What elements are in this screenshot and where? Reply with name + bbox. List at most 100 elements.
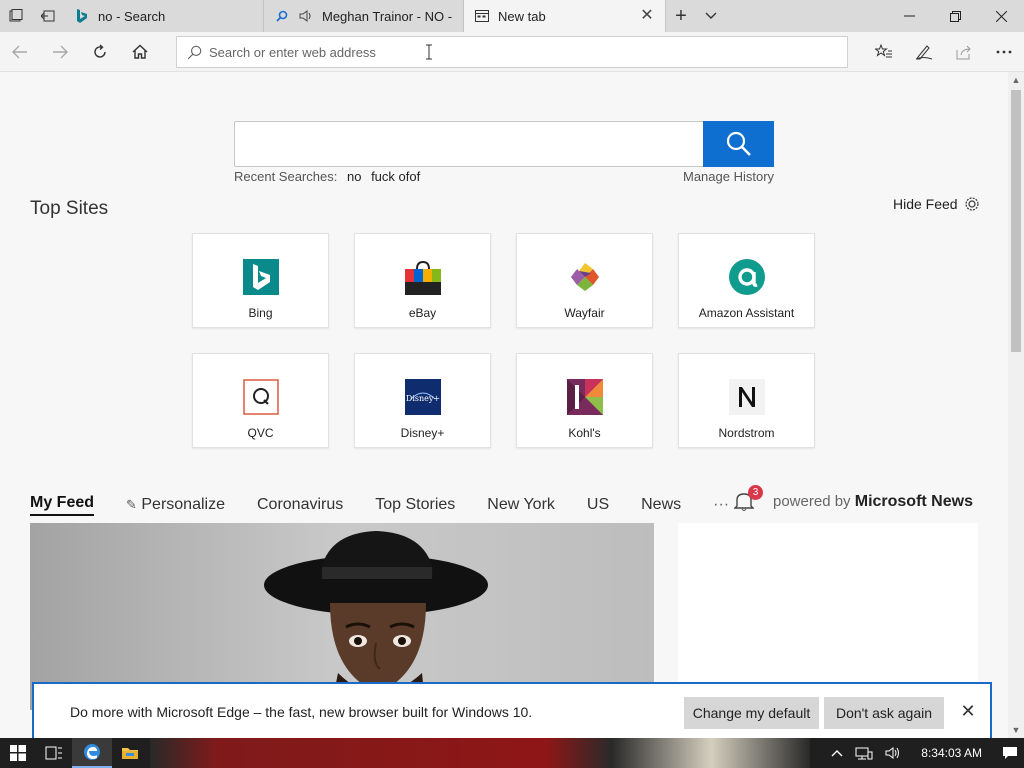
top-site-label: Bing (248, 306, 273, 320)
top-site-bing[interactable]: Bing (192, 233, 329, 328)
tab-new-york[interactable]: New York (487, 496, 555, 514)
top-site-label: Nordstrom (718, 426, 775, 440)
ebay-bag-icon (405, 260, 441, 295)
toolbar-actions (864, 32, 1024, 72)
tab-bing-search[interactable]: no - Search (64, 0, 264, 32)
scroll-down-icon[interactable]: ▼ (1008, 722, 1024, 738)
nordstrom-logo-icon (729, 379, 765, 415)
tab-personalize[interactable]: ✎ Personalize (126, 496, 225, 514)
tab-top-stories[interactable]: Top Stories (375, 496, 455, 514)
tab-meghan-trainor[interactable]: Meghan Trainor - NO - (264, 0, 464, 32)
recent-searches: Recent Searches: no fuck ofof (234, 169, 420, 184)
more-icon[interactable] (984, 32, 1024, 72)
close-icon[interactable]: ✕ (958, 701, 978, 721)
tab-my-feed[interactable]: My Feed (30, 494, 95, 516)
tab-coronavirus[interactable]: Coronavirus (257, 496, 343, 514)
top-site-label: Amazon Assistant (698, 306, 795, 320)
page-search-box[interactable] (234, 121, 774, 167)
address-placeholder: Search or enter web address (209, 44, 376, 60)
file-explorer-icon[interactable] (112, 738, 148, 768)
feed-navigation: My Feed ✎ Personalize Coronavirus Top St… (30, 492, 759, 518)
refresh-icon[interactable] (80, 32, 120, 72)
tabs-aside-icon[interactable] (0, 0, 32, 32)
chevron-up-icon[interactable] (825, 738, 849, 768)
top-site-disney-plus[interactable]: Disney+ Disney+ (354, 353, 491, 448)
pencil-icon: ✎ (126, 497, 137, 512)
tab-label: New tab (498, 8, 546, 24)
wayfair-logo-icon (571, 263, 599, 291)
top-site-label: Wayfair (564, 306, 605, 320)
microsoft-news-brand[interactable]: Microsoft News (855, 493, 973, 510)
top-sites-heading: Top Sites (30, 198, 109, 219)
new-tab-button[interactable]: + (666, 0, 696, 32)
bing-logo-icon (243, 259, 279, 295)
pen-icon[interactable] (904, 32, 944, 72)
network-icon[interactable] (849, 738, 879, 768)
edge-taskbar-icon[interactable] (72, 738, 112, 768)
more-topics-button[interactable]: ··· (713, 496, 729, 514)
address-bar[interactable]: Search or enter web address (176, 36, 848, 68)
top-site-kohls[interactable]: Kohl's (516, 353, 653, 448)
task-view-icon[interactable] (36, 738, 72, 768)
notifications-button[interactable]: 3 (734, 485, 763, 511)
change-default-button[interactable]: Change my default (684, 697, 819, 729)
chevron-down-icon[interactable] (696, 0, 726, 32)
close-tab-icon[interactable]: ✕ (639, 8, 655, 24)
favorites-icon[interactable] (864, 32, 904, 72)
personalize-label: Personalize (141, 496, 225, 513)
tab-news[interactable]: News (641, 496, 681, 514)
text-cursor-icon (426, 44, 432, 60)
newtab-icon (474, 8, 490, 24)
back-icon[interactable] (0, 32, 40, 72)
tab-new-tab[interactable]: New tab ✕ (464, 0, 666, 32)
speaker-icon[interactable] (298, 8, 314, 24)
taskbar-clock[interactable]: 8:34:03 AM (907, 738, 996, 768)
top-site-amazon-assistant[interactable]: Amazon Assistant (678, 233, 815, 328)
powered-by-attribution: powered by Microsoft News (773, 493, 973, 511)
scroll-up-icon[interactable]: ▲ (1008, 72, 1024, 88)
close-window-icon[interactable] (978, 0, 1024, 32)
forward-icon[interactable] (40, 32, 80, 72)
top-site-nordstrom[interactable]: Nordstrom (678, 353, 815, 448)
page-scrollbar[interactable]: ▲ ▼ (1008, 72, 1024, 738)
gear-icon[interactable] (964, 196, 980, 212)
hide-feed-label: Hide Feed (893, 196, 958, 212)
minimize-icon[interactable] (886, 0, 932, 32)
scrollbar-thumb[interactable] (1011, 90, 1021, 352)
dont-ask-again-button[interactable]: Don't ask again (824, 697, 944, 729)
home-icon[interactable] (120, 32, 160, 72)
top-site-ebay[interactable]: eBay (354, 233, 491, 328)
bing-icon (74, 8, 90, 24)
recent-searches-label: Recent Searches: (234, 169, 338, 184)
restore-icon[interactable] (932, 0, 978, 32)
tab-us[interactable]: US (587, 496, 609, 514)
top-site-qvc[interactable]: QVC (192, 353, 329, 448)
kohls-logo-icon (567, 379, 603, 415)
hide-feed-button[interactable]: Hide Feed (893, 196, 980, 212)
top-site-label: QVC (247, 426, 274, 440)
powered-by-prefix: powered by (773, 493, 851, 510)
default-browser-notification: Do more with Microsoft Edge – the fast, … (32, 682, 992, 740)
top-site-label: Kohl's (568, 426, 601, 440)
manage-history-link[interactable]: Manage History (683, 169, 774, 184)
new-tab-page: Recent Searches: no fuck ofof Manage His… (0, 72, 1008, 710)
set-aside-tabs-icon[interactable] (32, 0, 64, 32)
recent-search-item[interactable]: no (347, 169, 361, 184)
search-button[interactable] (703, 121, 774, 167)
tab-strip: no - Search Meghan Trainor - NO - New ta… (0, 0, 1024, 32)
windows-start-icon[interactable] (0, 738, 36, 768)
disney-plus-logo-icon: Disney+ (405, 379, 441, 415)
top-site-label: Disney+ (400, 426, 445, 440)
recent-search-item[interactable]: fuck ofof (371, 169, 420, 184)
qvc-logo-icon (243, 379, 279, 415)
action-center-icon[interactable] (996, 738, 1024, 768)
navigation-toolbar: Search or enter web address (0, 32, 1024, 72)
notification-message: Do more with Microsoft Edge – the fast, … (70, 704, 533, 720)
notification-badge: 3 (748, 485, 763, 500)
amazon-assistant-icon (729, 259, 765, 295)
volume-icon[interactable] (879, 738, 907, 768)
window-controls (886, 0, 1024, 32)
share-icon[interactable] (944, 32, 984, 72)
top-site-wayfair[interactable]: Wayfair (516, 233, 653, 328)
top-site-label: eBay (408, 306, 437, 320)
